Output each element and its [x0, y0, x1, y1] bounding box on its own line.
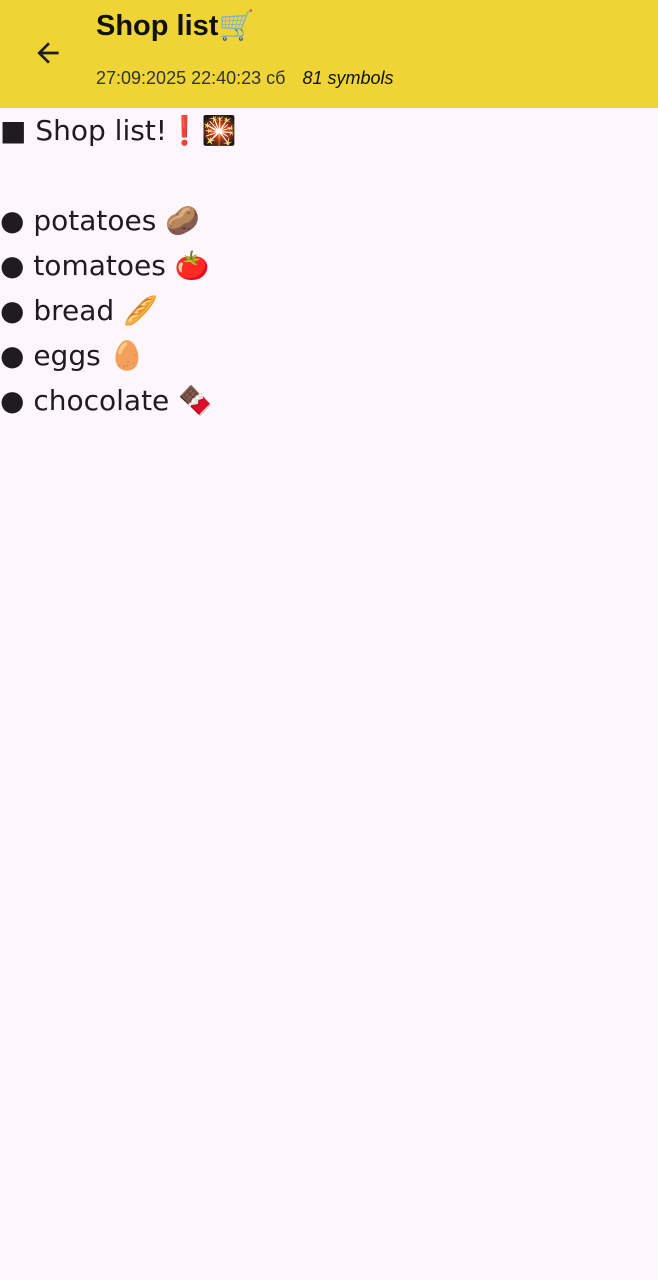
note-date: 27:09:2025 22:40:23 сб	[96, 68, 286, 88]
note-line-heading: ■ Shop list!❗🎇	[0, 114, 237, 147]
note-title: Shop list🛒	[96, 10, 255, 42]
list-item-bread: ● bread 🥖	[0, 294, 158, 327]
note-meta: 27:09:2025 22:40:23 сб 81 symbols	[96, 66, 394, 90]
list-item-chocolate: ● chocolate 🍫	[0, 384, 214, 417]
top-app-bar: Shop list🛒 27:09:2025 22:40:23 сб 81 sym…	[0, 0, 658, 108]
list-item-tomatoes: ● tomatoes 🍅	[0, 249, 210, 282]
note-line-blank	[0, 153, 658, 198]
note-content[interactable]: ■ Shop list!❗🎇 ● potatoes 🥔 ● tomatoes 🍅…	[0, 108, 658, 423]
arrow-left-icon	[37, 42, 59, 64]
back-button[interactable]	[24, 29, 72, 77]
symbol-count: 81 symbols	[302, 68, 394, 88]
list-item-potatoes: ● potatoes 🥔	[0, 204, 201, 237]
list-item-eggs: ● eggs 🥚	[0, 339, 145, 372]
